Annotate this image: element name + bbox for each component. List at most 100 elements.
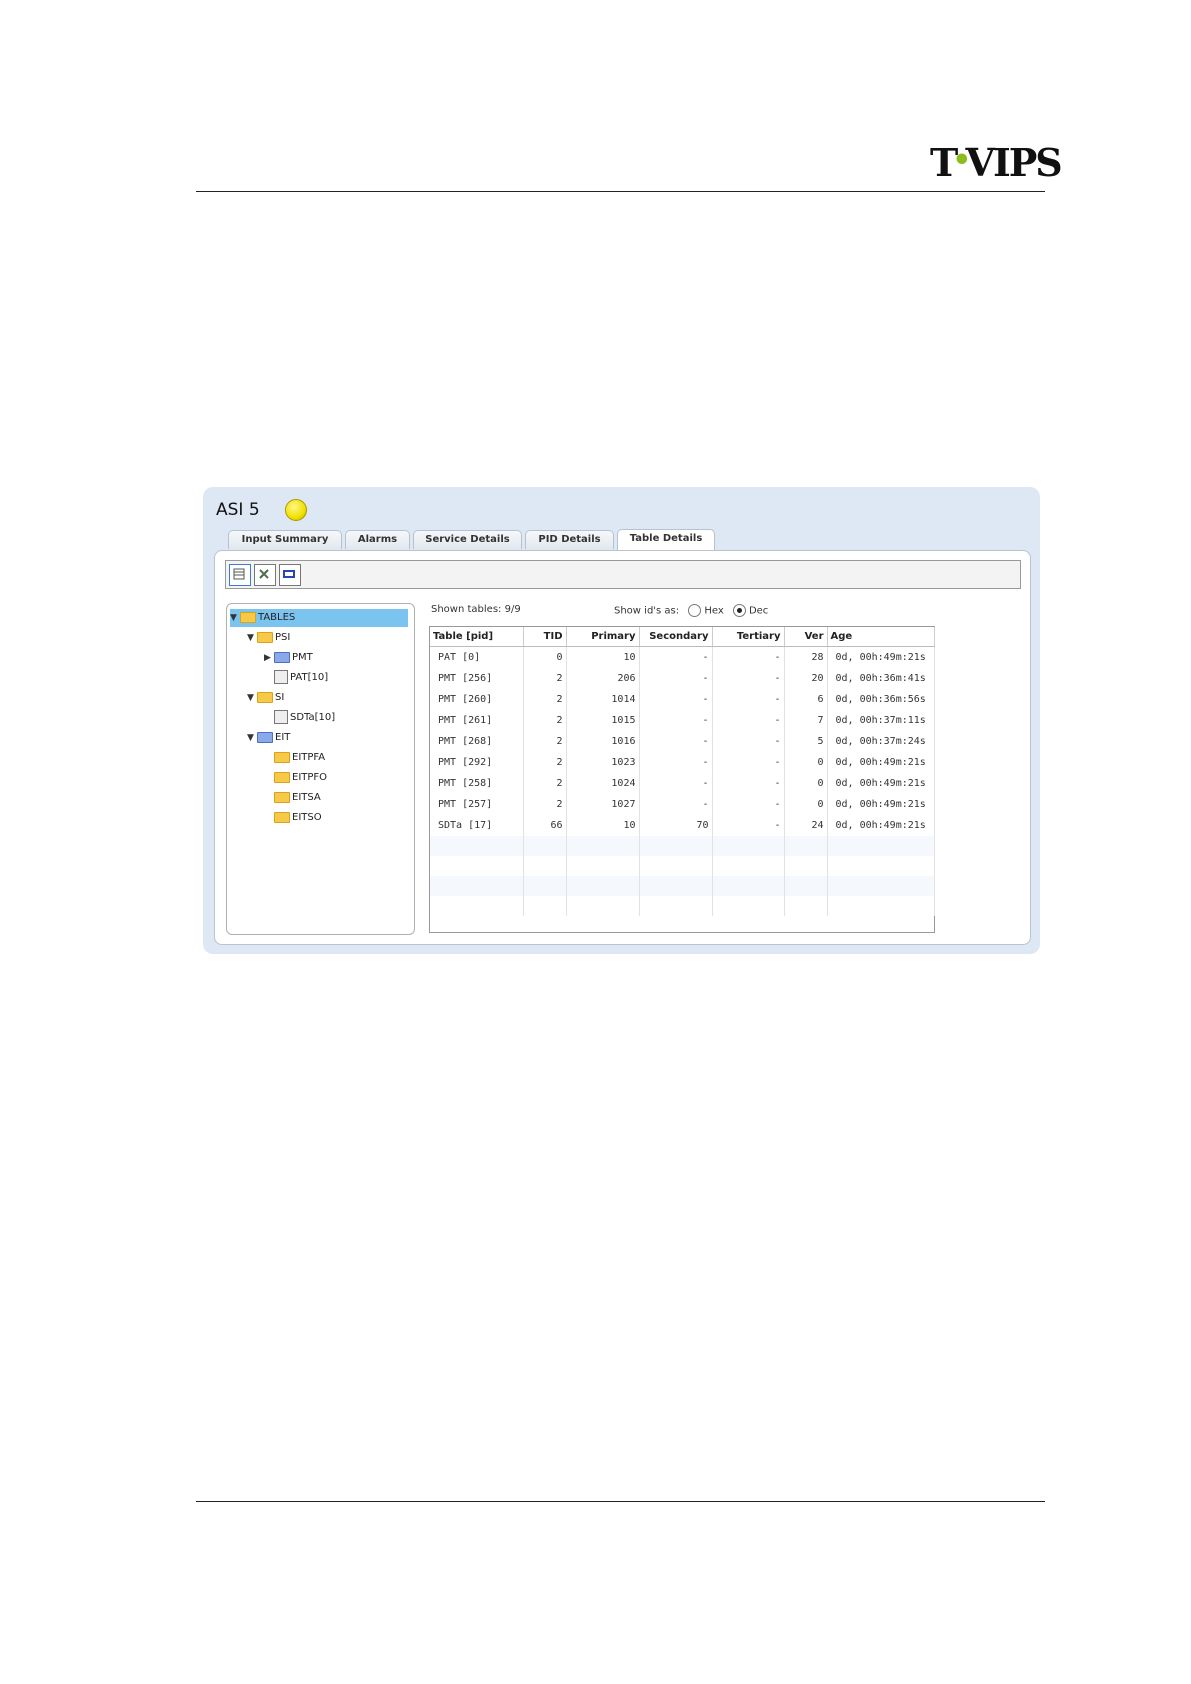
list-view-button[interactable]: [229, 564, 251, 586]
empty-cell: [712, 836, 785, 856]
table-cell: 70: [639, 815, 713, 836]
table-cell: PMT [292]: [430, 752, 524, 773]
tree-node-pmt[interactable]: ▶ PMT: [264, 649, 313, 667]
column-header-tertiary[interactable]: Tertiary: [712, 627, 785, 647]
tree-node-psi[interactable]: ▼ PSI: [247, 629, 290, 647]
tab-service-details[interactable]: Service Details: [413, 530, 522, 549]
tab-pid-details[interactable]: PID Details: [525, 530, 614, 549]
empty-row: [430, 896, 935, 916]
table-cell: 1023: [566, 752, 640, 773]
table-cell: 0d, 00h:49m:21s: [827, 815, 935, 836]
table-cell: 0: [784, 752, 828, 773]
table-cell: 0d, 00h:36m:41s: [827, 668, 935, 689]
empty-cell: [639, 836, 713, 856]
table-cell: -: [712, 710, 785, 731]
table-cell: 2: [523, 794, 567, 815]
tree-node-eitsa[interactable]: EITSA: [274, 789, 321, 807]
panel-title: ASI 5: [216, 500, 260, 520]
chevron-right-icon[interactable]: ▶: [264, 649, 274, 667]
list-view-icon: [233, 568, 245, 580]
chevron-down-icon[interactable]: ▼: [247, 729, 257, 747]
column-header-table[interactable]: Table [pid]: [430, 627, 524, 647]
hex-label: Hex: [704, 605, 724, 617]
table-cell: 1014: [566, 689, 640, 710]
table-row[interactable]: PMT [292] 2 1023- -0 0d, 00h:49m:21s: [430, 752, 935, 773]
table-cell: 0d, 00h:49m:21s: [827, 794, 935, 815]
dec-label: Dec: [748, 605, 769, 617]
table-row[interactable]: PMT [258] 2 1024- -0 0d, 00h:49m:21s: [430, 773, 935, 794]
table-icon: [274, 710, 288, 724]
empty-cell: [827, 896, 935, 916]
table-row[interactable]: PMT [260] 2 1014- -6 0d, 00h:36m:56s: [430, 689, 935, 710]
tvips-logo: T•VIPS: [930, 140, 1063, 185]
show-ids-label: Show id's as:: [614, 605, 680, 617]
empty-cell: [430, 836, 524, 856]
table-cell: 6: [784, 689, 828, 710]
empty-cell: [430, 856, 524, 876]
tree-node-tables[interactable]: ▼ TABLES: [230, 609, 408, 627]
tree-node-si[interactable]: ▼ SI: [247, 689, 284, 707]
empty-cell: [712, 876, 785, 896]
si-icon: [283, 570, 295, 578]
table-row[interactable]: PMT [268] 2 1016- -5 0d, 00h:37m:24s: [430, 731, 935, 752]
table-cell: 2: [523, 710, 567, 731]
table-cell: 66: [523, 815, 567, 836]
tab-alarms[interactable]: Alarms: [345, 530, 410, 549]
footer-rule: [196, 1501, 1045, 1502]
status-led-icon: [285, 499, 307, 521]
table-cell: 2: [523, 752, 567, 773]
table-cell: -: [639, 773, 713, 794]
table-cell: -: [639, 710, 713, 731]
table-row[interactable]: SDTa [17] 66 10 70-24 0d, 00h:49m:21s: [430, 815, 935, 836]
tree-node-eit[interactable]: ▼ EIT: [247, 729, 290, 747]
column-header-secondary[interactable]: Secondary: [639, 627, 713, 647]
chevron-down-icon[interactable]: ▼: [247, 689, 257, 707]
empty-cell: [523, 836, 567, 856]
table-row[interactable]: PMT [257] 2 1027- -0 0d, 00h:49m:21s: [430, 794, 935, 815]
tab-input-summary[interactable]: Input Summary: [228, 530, 342, 549]
table-cell: 0d, 00h:37m:11s: [827, 710, 935, 731]
table-cell: 0d, 00h:49m:21s: [827, 752, 935, 773]
table-cell: 1015: [566, 710, 640, 731]
folder-icon: [257, 691, 273, 703]
table-row[interactable]: PMT [261] 2 1015- -7 0d, 00h:37m:11s: [430, 710, 935, 731]
si-button[interactable]: [279, 564, 301, 586]
chevron-down-icon[interactable]: ▼: [230, 609, 240, 627]
table-cell: PMT [257]: [430, 794, 524, 815]
tree-node-sdta[interactable]: SDTa[10]: [274, 709, 335, 727]
column-header-tid[interactable]: TID: [523, 627, 567, 647]
table-cell: -: [712, 794, 785, 815]
table-row[interactable]: PMT [256] 2 206- -20 0d, 00h:36m:41s: [430, 668, 935, 689]
empty-cell: [639, 896, 713, 916]
dec-radio[interactable]: [732, 604, 746, 617]
column-header-ver[interactable]: Ver: [784, 627, 828, 647]
folder-icon: [257, 731, 273, 743]
table-cell: 2: [523, 731, 567, 752]
tab-table-details[interactable]: Table Details: [617, 529, 715, 550]
chevron-down-icon[interactable]: ▼: [247, 629, 257, 647]
table-cell: 2: [523, 689, 567, 710]
tools-icon: [259, 569, 269, 579]
table-row[interactable]: PAT [0] 0 10- -28 0d, 00h:49m:21s: [430, 646, 935, 668]
tree-node-eitpfo[interactable]: EITPFO: [274, 769, 327, 787]
tree-node-eitso[interactable]: EITSO: [274, 809, 322, 827]
hex-radio[interactable]: [688, 604, 702, 617]
table-cell: PAT [0]: [430, 646, 524, 668]
column-header-age[interactable]: Age: [827, 627, 935, 647]
folder-icon: [274, 811, 290, 823]
tree-node-eitpfa[interactable]: EITPFA: [274, 749, 325, 767]
empty-cell: [784, 876, 828, 896]
tree-node-pat[interactable]: PAT[10]: [274, 669, 328, 687]
folder-icon: [274, 771, 290, 783]
table-cell: -: [712, 773, 785, 794]
column-header-primary[interactable]: Primary: [566, 627, 640, 647]
empty-row: [430, 856, 935, 876]
empty-cell: [566, 896, 640, 916]
tables-grid: Table [pid] TID Primary Secondary Tertia…: [429, 626, 935, 933]
header-rule: [196, 191, 1045, 192]
tables-tree: ▼ TABLES ▼ PSI ▶ PMT PAT[10] ▼ SI SDTa[10] ▼…: [226, 603, 415, 935]
table-cell: 7: [784, 710, 828, 731]
table-cell: 1024: [566, 773, 640, 794]
table-cell: 5: [784, 731, 828, 752]
tools-button[interactable]: [254, 564, 276, 586]
